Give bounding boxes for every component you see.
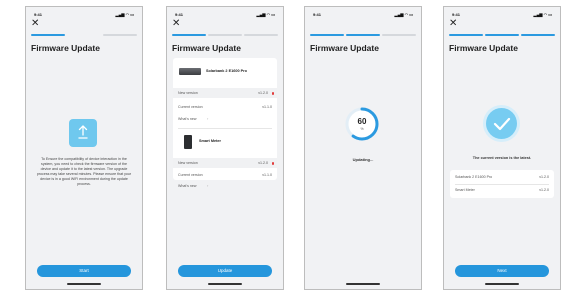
page-title: Firmware Update bbox=[310, 43, 379, 53]
current-version-label: Current version bbox=[178, 173, 203, 177]
whats-new-link[interactable]: What's new › bbox=[178, 114, 218, 124]
device-version: v1.2.0 bbox=[539, 175, 549, 179]
whats-new-label: What's new bbox=[178, 117, 197, 121]
device-name: Solarbank 2 E1600 Pro bbox=[206, 69, 247, 73]
current-version-value: v1.1.0 bbox=[262, 105, 272, 109]
home-indicator bbox=[485, 283, 519, 285]
device-name: Smart Meter bbox=[455, 188, 475, 192]
device-row: Solarbank 2 E1600 Pro v1.2.0 bbox=[455, 172, 549, 182]
update-button[interactable]: Update bbox=[178, 265, 272, 277]
close-icon[interactable]: ✕ bbox=[449, 19, 457, 29]
device-row: Smart Meter v1.2.0 bbox=[455, 185, 549, 195]
status-bar: 9:41 ▂▄▆ ◠ ▭ bbox=[175, 12, 275, 18]
whats-new-link[interactable]: What's new › bbox=[178, 181, 218, 191]
home-indicator bbox=[208, 283, 242, 285]
status-icons: ▂▄▆ ◠ ▭ bbox=[115, 12, 134, 17]
close-icon[interactable]: ✕ bbox=[31, 19, 39, 29]
device-version: v1.2.0 bbox=[539, 188, 549, 192]
updating-status: Updating... bbox=[352, 157, 374, 162]
status-bar: 9:41 ▂▄▆ ◠ ▭ bbox=[313, 12, 413, 18]
check-icon bbox=[486, 108, 517, 139]
update-description: To Ensure the compatibility of device in… bbox=[36, 157, 132, 187]
current-version-row: Current version v1.1.0 bbox=[178, 170, 272, 180]
new-version-label: New version bbox=[178, 161, 198, 165]
status-time: 9:41 bbox=[175, 12, 184, 17]
smart-meter-image bbox=[184, 135, 192, 149]
status-bar: 9:41 ▂▄▆ ◠ ▭ bbox=[34, 12, 134, 18]
screen-start: 9:41 ▂▄▆ ◠ ▭ ✕ Firmware Update To Ensure… bbox=[25, 6, 143, 290]
close-icon[interactable]: ✕ bbox=[172, 19, 180, 29]
start-button[interactable]: Start bbox=[37, 265, 131, 277]
step-progress bbox=[310, 34, 416, 36]
home-indicator bbox=[67, 283, 101, 285]
latest-version-message: The current version is the latest. bbox=[472, 156, 532, 160]
screen-complete: 9:41 ▂▄▆ ◠ ▭ ✕ Firmware Update The curre… bbox=[443, 6, 561, 290]
progress-percent: 60 bbox=[357, 117, 367, 126]
new-version-row: New version v1.2.0 bbox=[173, 158, 277, 168]
new-version-value: v1.2.0 bbox=[258, 91, 268, 95]
home-indicator bbox=[346, 283, 380, 285]
device-name: Smart Meter bbox=[199, 139, 221, 143]
current-version-label: Current version bbox=[178, 105, 203, 109]
step-progress bbox=[172, 34, 278, 36]
next-button[interactable]: Next bbox=[455, 265, 549, 277]
chevron-right-icon: › bbox=[207, 183, 209, 188]
status-icons: ▂▄▆ ◠ ▭ bbox=[256, 12, 275, 17]
percent-sign: % bbox=[360, 127, 364, 131]
status-time: 9:41 bbox=[34, 12, 43, 17]
page-title: Firmware Update bbox=[31, 43, 100, 53]
new-version-label: New version bbox=[178, 91, 198, 95]
step-progress bbox=[31, 34, 137, 36]
step-progress bbox=[449, 34, 555, 36]
solarbank-image bbox=[179, 68, 201, 75]
status-time: 9:41 bbox=[313, 12, 322, 17]
device-card: Solarbank 2 E1600 Pro New version v1.2.0… bbox=[173, 58, 277, 180]
new-version-value: v1.2.0 bbox=[258, 161, 268, 165]
device-version-card: Solarbank 2 E1600 Pro v1.2.0 Smart Meter… bbox=[450, 170, 554, 198]
current-version-value: v1.1.0 bbox=[262, 173, 272, 177]
screen-devices: 9:41 ▂▄▆ ◠ ▭ ✕ Firmware Update Solarbank… bbox=[166, 6, 284, 290]
whats-new-label: What's new bbox=[178, 184, 197, 188]
status-icons: ▂▄▆ ◠ ▭ bbox=[533, 12, 552, 17]
update-badge bbox=[271, 92, 274, 95]
new-version-row: New version v1.2.0 bbox=[173, 88, 277, 98]
status-bar: 9:41 ▂▄▆ ◠ ▭ bbox=[452, 12, 552, 18]
status-icons: ▂▄▆ ◠ ▭ bbox=[394, 12, 413, 17]
chevron-right-icon: › bbox=[207, 116, 209, 121]
screen-updating: 9:41 ▂▄▆ ◠ ▭ Firmware Update 60 % Updati… bbox=[304, 6, 422, 290]
divider bbox=[178, 128, 272, 129]
current-version-row: Current version v1.1.0 bbox=[178, 102, 272, 112]
page-title: Firmware Update bbox=[449, 43, 518, 53]
status-time: 9:41 bbox=[452, 12, 461, 17]
page-title: Firmware Update bbox=[172, 43, 241, 53]
upload-icon bbox=[69, 119, 97, 147]
device-name: Solarbank 2 E1600 Pro bbox=[455, 175, 493, 179]
update-badge bbox=[271, 162, 274, 165]
